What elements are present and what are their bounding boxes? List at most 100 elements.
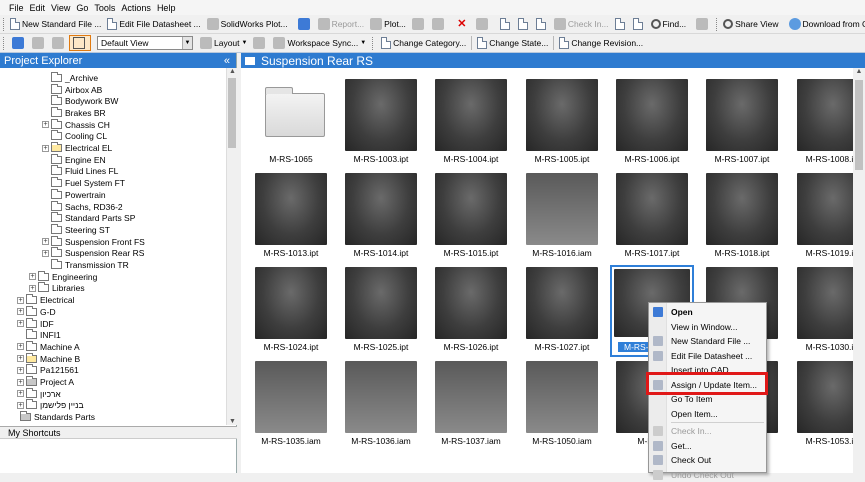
tree-item[interactable]: Fuel System FT	[42, 177, 125, 189]
tree-item[interactable]: +Electrical	[17, 294, 74, 306]
context-menu-item[interactable]: Open Item...	[649, 407, 766, 422]
menu-help[interactable]: Help	[154, 3, 179, 13]
tree-item[interactable]: +IDF	[17, 318, 54, 330]
folder-tile[interactable]: M-RS-1065	[251, 79, 331, 167]
expand-toggle-icon[interactable]: +	[17, 297, 24, 304]
file-tile[interactable]: M-RS-1050.iam	[522, 361, 602, 449]
share-view-button[interactable]: Share View	[720, 16, 781, 32]
move-button[interactable]	[533, 16, 551, 32]
expand-toggle-icon[interactable]: +	[17, 379, 24, 386]
check-in-button[interactable]: Check In...	[551, 16, 612, 32]
scrollbar-thumb[interactable]	[855, 80, 863, 170]
download-cloud-button[interactable]: Download from Cloud Drive	[786, 16, 865, 32]
tree-item[interactable]: +Project A	[17, 376, 74, 388]
context-menu-item[interactable]: View in Window...	[649, 320, 766, 335]
tree-item[interactable]: Standards Parts	[11, 411, 95, 423]
context-menu-item[interactable]: Edit File Datasheet ...	[649, 349, 766, 364]
file-tile[interactable]: M-RS-1015.ipt	[431, 173, 511, 261]
tree-item[interactable]: Bodywork BW	[42, 95, 118, 107]
scrollbar-thumb[interactable]	[228, 78, 236, 148]
tree-item[interactable]: _Archive	[42, 72, 98, 84]
tree-item[interactable]: Standard Parts SP	[42, 212, 135, 224]
get-button[interactable]	[612, 16, 630, 32]
file-tile[interactable]: M-RS-1017.ipt	[612, 173, 692, 261]
expand-toggle-icon[interactable]: +	[42, 145, 49, 152]
change-category-button[interactable]: Change Category...	[378, 35, 469, 51]
file-tile[interactable]: M-RS-1005.ipt	[522, 79, 602, 167]
context-menu-item[interactable]: New Standard File ...	[649, 334, 766, 349]
tree-item[interactable]: +Chassis CH	[42, 119, 110, 131]
file-tile[interactable]: M-RS-1018.ipt	[702, 173, 782, 261]
context-menu-item[interactable]: Undo Check Out	[649, 468, 766, 482]
tree-item[interactable]: +G-D	[17, 306, 56, 318]
expand-toggle-icon[interactable]: +	[17, 320, 24, 327]
copy-button[interactable]	[497, 16, 515, 32]
expand-toggle-icon[interactable]: +	[17, 355, 24, 362]
toolbar-grip[interactable]	[716, 18, 717, 31]
toolbar-grip[interactable]	[3, 18, 4, 31]
edit-file-datasheet-button[interactable]: Edit File Datasheet ...	[104, 16, 203, 32]
tree-item[interactable]: +Electrical EL	[42, 142, 112, 154]
context-menu-item[interactable]: Open	[649, 305, 766, 320]
tree-item[interactable]: Airbox AB	[42, 84, 102, 96]
expand-toggle-icon[interactable]: +	[42, 250, 49, 257]
file-tile[interactable]: M-RS-1027.ipt	[522, 267, 602, 355]
layout-extra-button[interactable]	[250, 35, 270, 51]
context-menu-item[interactable]: Check In...	[649, 424, 766, 439]
tree-scrollbar[interactable]: ▲ ▼	[226, 68, 237, 425]
tree-item[interactable]: Brakes BR	[42, 107, 106, 119]
file-tile[interactable]: M-RS-1014.ipt	[341, 173, 421, 261]
toggle-pane-button[interactable]	[69, 35, 91, 51]
tree-item[interactable]: INFI1	[17, 329, 61, 341]
file-tile[interactable]: M-RS-1035.iam	[251, 361, 331, 449]
file-grid-scrollbar[interactable]: ▲	[853, 68, 865, 473]
scroll-down-arrow-icon[interactable]: ▼	[227, 418, 238, 425]
tree-item[interactable]: +Pa121561	[17, 365, 79, 377]
tree-item[interactable]: Powertrain	[42, 189, 106, 201]
up-folder-button[interactable]	[49, 35, 69, 51]
menu-tools[interactable]: Tools	[91, 3, 118, 13]
toolbar-grip[interactable]	[3, 37, 6, 50]
menu-file[interactable]: File	[6, 3, 27, 13]
tree-item[interactable]: +Engineering	[29, 271, 97, 283]
file-tile[interactable]: M-RS-1013.ipt	[251, 173, 331, 261]
tree-item[interactable]: +בניין פלישמן	[17, 400, 84, 412]
find-button[interactable]: Find...	[648, 16, 690, 32]
tree-view-button[interactable]	[693, 16, 713, 32]
tree-item[interactable]: Cooling CL	[42, 131, 107, 143]
tree-item[interactable]: Steering ST	[42, 224, 110, 236]
delete-button[interactable]: ✕	[453, 16, 473, 32]
context-menu-item[interactable]: Check Out	[649, 453, 766, 468]
report-button[interactable]: Report...	[315, 16, 368, 32]
expand-toggle-icon[interactable]: +	[29, 273, 36, 280]
change-revision-button[interactable]: Change Revision...	[556, 35, 646, 51]
expand-toggle-icon[interactable]: +	[17, 402, 24, 409]
tree-item[interactable]: +ארכיון	[17, 388, 61, 400]
tree-item[interactable]: +Libraries	[29, 283, 85, 295]
tree-item[interactable]: +Machine A	[17, 341, 80, 353]
my-shortcuts-bar[interactable]: My Shortcuts	[0, 426, 237, 439]
file-tile[interactable]: M-RS-1024.ipt	[251, 267, 331, 355]
expand-toggle-icon[interactable]: +	[17, 308, 24, 315]
file-tile[interactable]: M-RS-1025.ipt	[341, 267, 421, 355]
tree-item[interactable]: Engine EN	[42, 154, 106, 166]
scroll-up-arrow-icon[interactable]: ▲	[853, 68, 865, 75]
trash-button[interactable]	[473, 16, 493, 32]
refresh-button[interactable]	[295, 16, 315, 32]
tree-item[interactable]: +Suspension Front FS	[42, 236, 145, 248]
file-tile[interactable]: M-RS-1016.iam	[522, 173, 602, 261]
file-tile[interactable]: M-RS-1007.ipt	[702, 79, 782, 167]
expand-toggle-icon[interactable]: +	[29, 285, 36, 292]
view-select[interactable]: Default View▼	[97, 36, 193, 50]
new-standard-file-button[interactable]: New Standard File ...	[7, 16, 104, 32]
menu-go[interactable]: Go	[73, 3, 91, 13]
file-tile[interactable]: M-RS-1026.ipt	[431, 267, 511, 355]
solidworks-plot-button[interactable]: SolidWorks Plot...	[204, 16, 291, 32]
copy-tree-button[interactable]	[515, 16, 533, 32]
file-tile[interactable]: M-RS-1004.ipt	[431, 79, 511, 167]
tree-item[interactable]: Fluid Lines FL	[42, 166, 118, 178]
workspace-sync-button[interactable]: Workspace Sync...▼	[270, 35, 369, 51]
preview-button[interactable]	[429, 16, 449, 32]
file-tile[interactable]: M-RS-1037.iam	[431, 361, 511, 449]
tree-item[interactable]: Sachs, RD36-2	[42, 201, 123, 213]
